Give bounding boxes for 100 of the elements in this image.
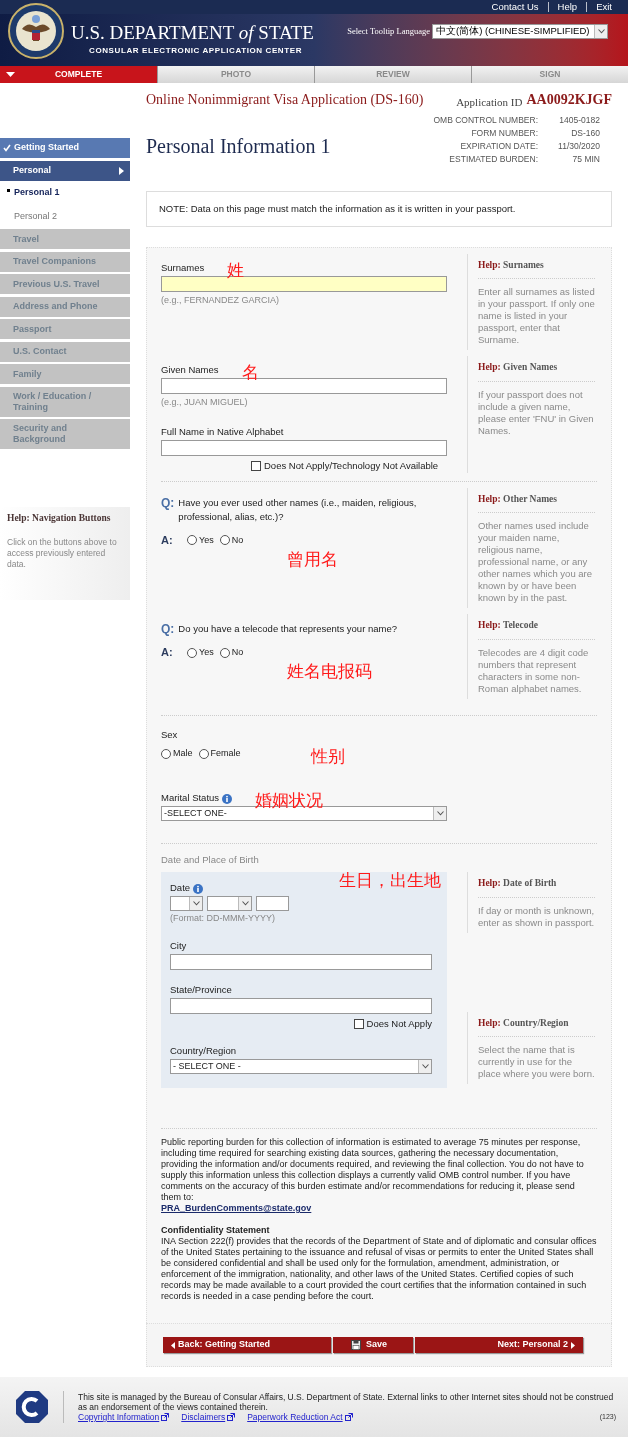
info-icon[interactable] <box>193 884 204 895</box>
site-title: U.S. DEPARTMENT of STATE <box>71 23 314 43</box>
footer-text: This site is managed by the Bureau of Consular Affairs, U.S. Department of State. External links to other Internet sites should not be construed as an endorsement of the views contained therein. <box>78 1392 615 1412</box>
text-field[interactable] <box>161 276 447 292</box>
external-link-icon <box>344 1413 353 1421</box>
meta-label: ESTIMATED BURDEN: <box>448 153 538 166</box>
help-text: Select the name that is currently in use for the place where you were born. <box>478 1044 595 1080</box>
next-button[interactable]: Next: Personal 2 <box>415 1337 583 1353</box>
text-field[interactable] <box>170 997 432 1014</box>
meta-value: DS-160 <box>570 127 600 140</box>
radio-option[interactable]: Yes <box>187 645 214 660</box>
info-icon[interactable] <box>222 794 233 805</box>
radio-option[interactable]: No <box>219 645 244 660</box>
field-label: Date <box>170 882 191 895</box>
footer-link[interactable]: Paperwork Reduction Act <box>247 1412 353 1422</box>
back-button[interactable]: Back: Getting Started <box>163 1337 331 1353</box>
text-field[interactable] <box>161 439 447 456</box>
language-label: Select Tooltip Language <box>347 24 430 38</box>
text-field[interactable] <box>256 896 289 912</box>
question-marker: Q: <box>161 622 175 637</box>
annotation-text: 名 <box>241 363 259 382</box>
footer-link[interactable]: Disclaimers <box>181 1412 236 1422</box>
help-text: If your passport does not include a given name, please enter 'FNU' in Given Names. <box>478 388 595 437</box>
field-label: Sex <box>161 727 179 742</box>
application-id: AA0092KJGF <box>526 91 612 109</box>
checkbox-option[interactable]: Does Not Apply <box>353 1016 432 1031</box>
help-title: Help: Date of Birth <box>478 876 595 898</box>
question-text: Have you ever used other names (i.e., maiden, religious, professional, alias, etc.)? <box>178 496 418 524</box>
sidebar-item[interactable]: Personal <box>0 161 130 181</box>
header-link[interactable]: Contact Us <box>491 2 539 12</box>
help-text: Telecodes are 4 digit code numbers that represent characters in some non-Roman alphabet names. <box>478 646 590 695</box>
help-title: Help: Telecode <box>478 618 595 640</box>
chevron-icon <box>192 901 200 907</box>
field-hint: (e.g., JUAN MIGUEL) <box>161 396 249 410</box>
statement-title: Confidentiality Statement <box>161 1225 271 1236</box>
section-title: Date and Place of Birth <box>161 854 259 867</box>
page-title: Personal Information 1 <box>146 134 331 159</box>
field-label: Marital Status <box>161 792 220 805</box>
header-link[interactable]: Exit <box>596 2 612 12</box>
answer-marker: A: <box>161 533 174 548</box>
radio-option[interactable]: Female <box>198 746 241 761</box>
help-text: If day or month is unknown, enter as shown in passport. <box>478 904 595 929</box>
footer-link[interactable]: Copyright Information <box>78 1412 170 1422</box>
language-select[interactable]: 中文(简体) (CHINESE-SIMPLIFIED) <box>432 23 608 39</box>
chevron-icon <box>241 901 249 907</box>
help-text: Other names used include your maiden name, religious name, professional name, or any other names which you are known by or have been known by in the past. <box>478 520 594 605</box>
chevron-icon <box>436 811 444 817</box>
help-title: Help: Surnames <box>478 258 595 280</box>
field-label: State/Province <box>170 983 232 996</box>
logo-icon <box>15 1390 49 1424</box>
email-link[interactable]: PRA_BurdenComments@state.gov <box>161 1203 312 1213</box>
note-text: NOTE: Data on this page must match the information as it is written in your passport. <box>159 201 516 216</box>
select-field[interactable] <box>170 896 203 912</box>
select-field[interactable]: - SELECT ONE - <box>170 1059 432 1074</box>
step-tab[interactable]: COMPLETE <box>0 66 157 83</box>
external-link-icon <box>161 1413 170 1421</box>
header-link[interactable]: Help <box>557 2 578 12</box>
annotation-text: 姓名电报码 <box>287 662 373 680</box>
app-title: Online Nonimmigrant Visa Application (DS-160) <box>146 91 424 109</box>
annotation-text: 生日，出生地 <box>338 871 441 890</box>
help-title: Help: Other Names <box>478 492 595 514</box>
checkbox-option[interactable]: Does Not Apply/Technology Not Available <box>251 458 439 473</box>
help-text: Click on the buttons above to access previously entered data. <box>7 537 118 571</box>
radio-option[interactable]: No <box>219 533 244 547</box>
text-field[interactable] <box>170 953 432 970</box>
text-field[interactable] <box>161 378 447 395</box>
sidebar-item[interactable]: Getting Started <box>0 138 130 158</box>
meta-value: 1405-0182 <box>558 114 600 127</box>
sidebar-item[interactable]: Personal 1 <box>0 181 130 205</box>
annotation-text: 性别 <box>310 747 345 765</box>
statement-text: INA Section 222(f) provides that the records of the Department of State and of diplomatic and consular offices of the United States pertaining to the issuance and refusal of visas or permits to enter the United States shall be considered confidential and shall be used only for the formulation, amendment, administration, or enforcement of the immigration, nationality, and other laws of the United States. Certified copies of such records may be made available to a court provided the court certifies that the information contained in such records is needed in a case pending before the court. <box>161 1236 597 1302</box>
triangle-right-icon <box>119 167 124 175</box>
seal-drawing <box>8 3 64 59</box>
meta-label: FORM NUMBER: <box>470 127 538 140</box>
external-link-icon <box>227 1413 236 1421</box>
annotation-text: 姓 <box>227 261 245 279</box>
application-id-label: Application ID <box>456 94 523 110</box>
save-button[interactable]: Save <box>333 1337 413 1353</box>
select-field[interactable] <box>207 896 252 912</box>
disclosure-text: Public reporting burden for this collection of information is estimated to average 75 minutes per response, including time required for searching existing data sources, gathering the necessary documentation, providing the information and/or documents required, and reviewing the final collection. You do not have to supply this information unless this collection displays a currently valid OMB control number. If you have comments on the accuracy of this burden estimate and/or recommendations for reducing it, please send them to: <box>161 1137 585 1203</box>
field-hint: (Format: DD-MMM-YYYY) <box>170 912 276 926</box>
caret-icon <box>6 72 15 77</box>
triangle-left-icon <box>171 1341 175 1349</box>
chevron-icon <box>421 1064 429 1069</box>
radio-option[interactable]: Male <box>161 746 193 761</box>
meta-value: 11/30/2020 <box>557 140 600 153</box>
field-label: Surnames <box>161 262 205 274</box>
chevron-icon <box>597 28 605 34</box>
field-hint: (e.g., FERNANDEZ GARCIA) <box>161 294 280 307</box>
field-label: Full Name in Native Alphabet <box>161 425 284 438</box>
radio-option[interactable]: Yes <box>187 533 214 547</box>
question-marker: Q: <box>161 496 175 512</box>
check-icon <box>3 144 11 152</box>
help-text: Enter all surnames as listed in your passport. If only one name is listed in your passport, enter that Surname. <box>478 286 595 347</box>
sidebar-item[interactable]: Personal 2 <box>0 205 130 229</box>
meta-label: EXPIRATION DATE: <box>459 140 538 153</box>
question-text: Do you have a telecode that represents your name? <box>178 622 397 637</box>
answer-marker: A: <box>161 645 174 661</box>
triangle-right-icon <box>571 1341 575 1349</box>
help-title: Help: Navigation Buttons <box>7 512 112 525</box>
